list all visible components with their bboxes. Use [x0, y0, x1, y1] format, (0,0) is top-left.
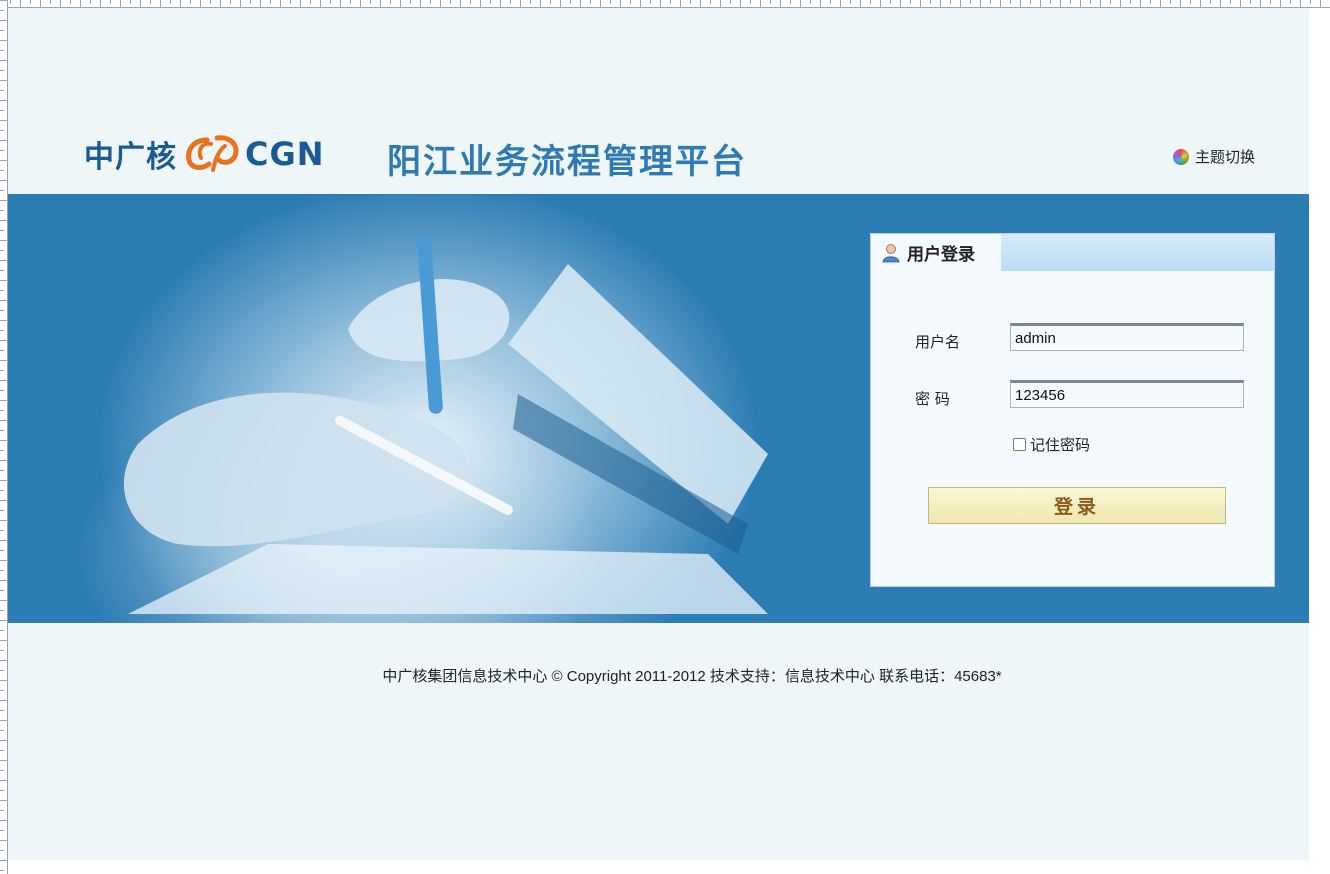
login-tab: 用户登录 — [871, 234, 1001, 271]
password-label: 密 码 — [915, 390, 950, 408]
page-title: 阳江业务流程管理平台 — [387, 142, 747, 182]
login-button[interactable]: 登录 — [928, 487, 1226, 524]
user-icon — [882, 243, 900, 262]
login-page: 中广核 CGN 阳江业务流程管理平台 主题切换 用户登录 用户名 admin 密… — [8, 8, 1309, 860]
logo-en-text: CGN — [245, 135, 325, 173]
cgn-logo-mark-icon — [186, 135, 239, 172]
remember-label: 记住密码 — [1030, 436, 1091, 454]
remember-checkbox[interactable] — [1013, 438, 1026, 451]
theme-icon — [1173, 148, 1189, 165]
login-panel: 用户登录 用户名 密 码 记住密码 登录 — [870, 233, 1275, 587]
password-input[interactable] — [1010, 380, 1244, 408]
theme-switch-link[interactable]: 主题切换 — [1173, 146, 1255, 167]
theme-switch-label: 主题切换 — [1195, 148, 1256, 166]
footer-copyright: 中广核集团信息技术中心 © Copyright 2011-2012 技术支持：信… — [382, 668, 1002, 685]
cgn-logo: 中广核 CGN — [84, 132, 325, 176]
remember-password[interactable]: 记住密码 — [1013, 434, 1090, 455]
login-panel-header: 用户登录 — [871, 234, 1274, 271]
left-ruler — [0, 0, 8, 874]
header: 中广核 CGN 阳江业务流程管理平台 主题切换 — [8, 8, 1309, 194]
login-panel-title: 用户登录 — [907, 245, 975, 265]
username-input[interactable] — [1010, 323, 1244, 351]
banner: 用户登录 用户名 密 码 记住密码 登录 — [8, 194, 1309, 623]
username-label: 用户名 — [915, 333, 961, 351]
banner-illustration — [8, 194, 808, 623]
top-ruler — [0, 0, 1330, 8]
hands-pen-illustration — [123, 234, 768, 614]
logo-cn-text: 中广核 — [84, 140, 177, 175]
